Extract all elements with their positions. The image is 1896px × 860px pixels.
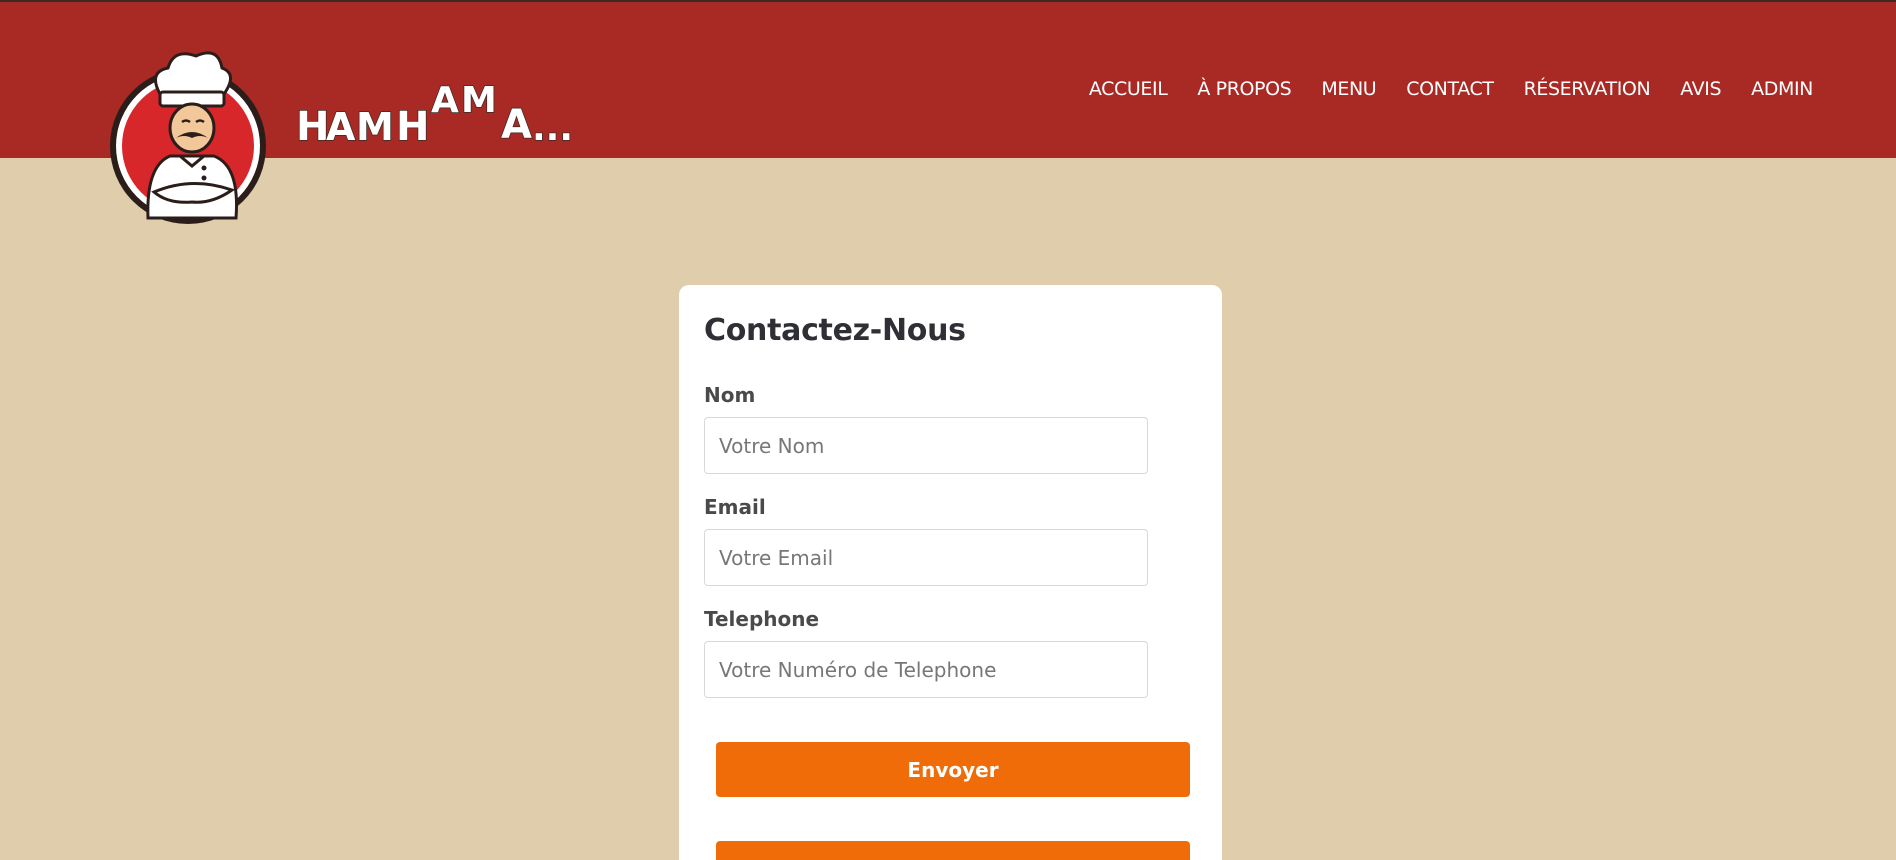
- svg-text:A: A: [326, 105, 356, 146]
- nav-a-propos[interactable]: À PROPOS: [1197, 78, 1291, 100]
- email-input[interactable]: [704, 529, 1148, 586]
- nav-avis[interactable]: AVIS: [1680, 78, 1721, 100]
- contact-card: Contactez-Nous Nom Email Telephone Envoy…: [679, 285, 1222, 860]
- svg-text:H: H: [396, 104, 429, 146]
- svg-text:M: M: [461, 80, 497, 121]
- email-label: Email: [704, 495, 766, 519]
- nav-contact[interactable]: CONTACT: [1406, 78, 1494, 100]
- site-header: H A M H A M A ... ACCUEIL À PROPOS MENU …: [0, 2, 1896, 224]
- svg-text:A: A: [501, 102, 532, 146]
- chef-logo-icon[interactable]: [108, 42, 268, 226]
- svg-text:M: M: [356, 105, 394, 146]
- secondary-button[interactable]: [716, 841, 1190, 860]
- svg-text:H: H: [296, 104, 329, 146]
- nav-menu[interactable]: MENU: [1321, 78, 1376, 100]
- svg-text:A: A: [431, 80, 459, 121]
- phone-input[interactable]: [704, 641, 1148, 698]
- name-label: Nom: [704, 383, 756, 407]
- phone-label: Telephone: [704, 607, 820, 631]
- form-title: Contactez-Nous: [704, 313, 966, 348]
- brand-wordmark[interactable]: H A M H A M A ...: [295, 79, 646, 151]
- main-nav: ACCUEIL À PROPOS MENU CONTACT RÉSERVATIO…: [1089, 78, 1813, 100]
- nav-accueil[interactable]: ACCUEIL: [1089, 78, 1168, 100]
- submit-button[interactable]: Envoyer: [716, 742, 1190, 797]
- nav-reservation[interactable]: RÉSERVATION: [1524, 78, 1651, 100]
- name-input[interactable]: [704, 417, 1148, 474]
- svg-text:...: ...: [532, 108, 573, 146]
- nav-admin[interactable]: ADMIN: [1751, 78, 1813, 100]
